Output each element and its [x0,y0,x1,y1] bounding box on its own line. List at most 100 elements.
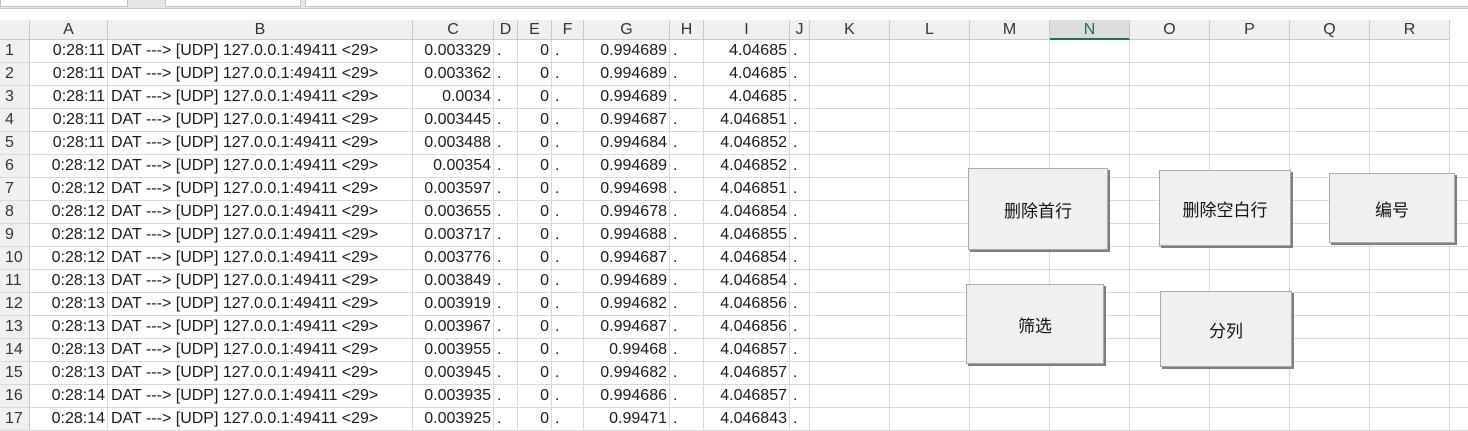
cell-g[interactable]: 0.994687 [584,247,670,270]
cell-g[interactable]: 0.994689 [584,155,670,178]
cell-f[interactable]: . [552,178,584,201]
cell-i[interactable]: 4.046851 [704,109,790,132]
cell-h[interactable]: . [670,408,704,431]
column-header-r[interactable]: R [1370,20,1450,40]
cell-d[interactable]: . [494,40,518,63]
cell-d[interactable]: . [494,224,518,247]
cell-c[interactable]: 0.003655 [413,201,494,224]
cell-b[interactable]: DAT ---> [UDP] 127.0.0.1:49411 <29> [108,155,413,178]
cell-f[interactable]: . [552,293,584,316]
cell-b[interactable]: DAT ---> [UDP] 127.0.0.1:49411 <29> [108,316,413,339]
cell-b[interactable]: DAT ---> [UDP] 127.0.0.1:49411 <29> [108,385,413,408]
row-header[interactable]: 16 [0,385,30,408]
cell-b[interactable]: DAT ---> [UDP] 127.0.0.1:49411 <29> [108,339,413,362]
cell-i[interactable]: 4.046851 [704,178,790,201]
cell-j[interactable]: . [790,40,810,63]
column-header-b[interactable]: B [108,20,413,40]
cell-g[interactable]: 0.994689 [584,40,670,63]
function-box[interactable] [165,0,301,7]
cell-b[interactable]: DAT ---> [UDP] 127.0.0.1:49411 <29> [108,132,413,155]
cell-d[interactable]: . [494,109,518,132]
column-header-j[interactable]: J [790,20,810,40]
cell-f[interactable]: . [552,86,584,109]
split-columns-button[interactable]: 分列 [1160,291,1292,367]
column-header-i[interactable]: I [704,20,790,40]
cell-e[interactable]: 0 [518,293,552,316]
row-header[interactable]: 10 [0,247,30,270]
cell-e[interactable]: 0 [518,362,552,385]
cell-f[interactable]: . [552,155,584,178]
cell-g[interactable]: 0.994689 [584,86,670,109]
cell-g[interactable]: 0.994698 [584,178,670,201]
cell-j[interactable]: . [790,224,810,247]
cell-h[interactable]: . [670,109,704,132]
column-header-g[interactable]: G [584,20,670,40]
cell-e[interactable]: 0 [518,316,552,339]
cell-d[interactable]: . [494,178,518,201]
cell-j[interactable]: . [790,132,810,155]
cell-f[interactable]: . [552,270,584,293]
cell-a[interactable]: 0:28:13 [30,316,108,339]
cell-b[interactable]: DAT ---> [UDP] 127.0.0.1:49411 <29> [108,86,413,109]
cell-d[interactable]: . [494,132,518,155]
row-header[interactable]: 6 [0,155,30,178]
column-header-p[interactable]: P [1210,20,1290,40]
cell-i[interactable]: 4.04685 [704,40,790,63]
column-header-n[interactable]: N [1050,20,1130,40]
cell-e[interactable]: 0 [518,247,552,270]
cell-f[interactable]: . [552,132,584,155]
cell-a[interactable]: 0:28:12 [30,247,108,270]
delete-first-row-button[interactable]: 删除首行 [968,168,1108,250]
cell-e[interactable]: 0 [518,178,552,201]
cell-a[interactable]: 0:28:12 [30,201,108,224]
cell-g[interactable]: 0.994687 [584,316,670,339]
cell-c[interactable]: 0.003488 [413,132,494,155]
cell-h[interactable]: . [670,247,704,270]
cell-i[interactable]: 4.046843 [704,408,790,431]
cell-g[interactable]: 0.99468 [584,339,670,362]
cell-d[interactable]: . [494,293,518,316]
cell-e[interactable]: 0 [518,109,552,132]
cell-h[interactable]: . [670,316,704,339]
cell-a[interactable]: 0:28:13 [30,293,108,316]
cell-c[interactable]: 0.003362 [413,63,494,86]
cell-a[interactable]: 0:28:11 [30,132,108,155]
row-header[interactable]: 11 [0,270,30,293]
cell-f[interactable]: . [552,201,584,224]
cell-a[interactable]: 0:28:12 [30,224,108,247]
cell-h[interactable]: . [670,178,704,201]
row-header[interactable]: 7 [0,178,30,201]
cell-e[interactable]: 0 [518,408,552,431]
cell-h[interactable]: . [670,40,704,63]
cell-c[interactable]: 0.003935 [413,385,494,408]
cell-b[interactable]: DAT ---> [UDP] 127.0.0.1:49411 <29> [108,40,413,63]
cell-b[interactable]: DAT ---> [UDP] 127.0.0.1:49411 <29> [108,270,413,293]
cell-a[interactable]: 0:28:11 [30,40,108,63]
cell-j[interactable]: . [790,385,810,408]
cell-b[interactable]: DAT ---> [UDP] 127.0.0.1:49411 <29> [108,109,413,132]
cell-h[interactable]: . [670,339,704,362]
cell-a[interactable]: 0:28:12 [30,178,108,201]
cell-i[interactable]: 4.046854 [704,201,790,224]
cell-i[interactable]: 4.046852 [704,155,790,178]
cell-h[interactable]: . [670,63,704,86]
cell-i[interactable]: 4.046856 [704,316,790,339]
numbering-button[interactable]: 编号 [1329,173,1455,243]
column-header-c[interactable]: C [413,20,494,40]
cell-i[interactable]: 4.046854 [704,247,790,270]
cell-b[interactable]: DAT ---> [UDP] 127.0.0.1:49411 <29> [108,224,413,247]
cell-g[interactable]: 0.994682 [584,293,670,316]
cell-j[interactable]: . [790,408,810,431]
cell-c[interactable]: 0.003849 [413,270,494,293]
cell-h[interactable]: . [670,224,704,247]
column-header-f[interactable]: F [552,20,584,40]
column-header-d[interactable]: D [494,20,518,40]
cell-g[interactable]: 0.994682 [584,362,670,385]
cell-i[interactable]: 4.04685 [704,86,790,109]
cell-d[interactable]: . [494,270,518,293]
cell-j[interactable]: . [790,339,810,362]
column-header-m[interactable]: M [970,20,1050,40]
cell-f[interactable]: . [552,40,584,63]
cell-e[interactable]: 0 [518,40,552,63]
cell-d[interactable]: . [494,86,518,109]
